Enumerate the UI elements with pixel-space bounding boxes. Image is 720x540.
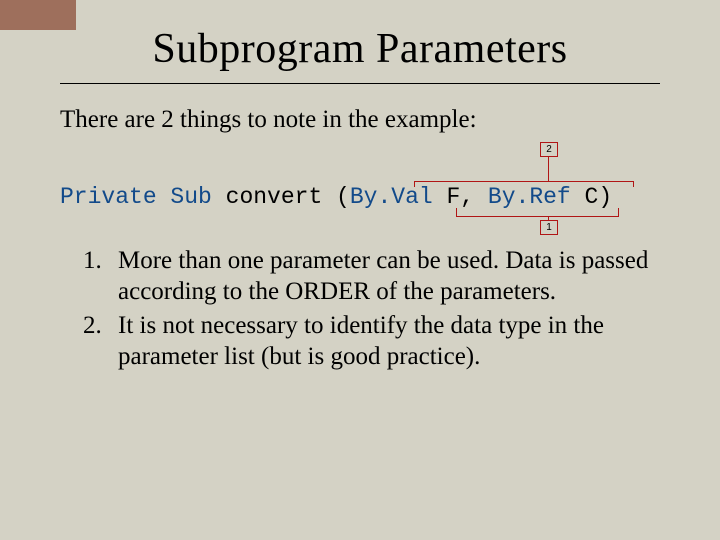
callout-box-1: 1 [540, 220, 558, 235]
list-item-text: More than one parameter can be used. Dat… [118, 247, 648, 305]
list-item: More than one parameter can be used. Dat… [108, 246, 660, 307]
code-keyword: By.Ref [488, 184, 585, 210]
numbered-list: More than one parameter can be used. Dat… [60, 246, 660, 372]
intro-text: There are 2 things to note in the exampl… [60, 106, 660, 134]
connector-line [618, 208, 619, 216]
callout-label: 1 [546, 222, 552, 233]
callout-label: 2 [546, 144, 552, 155]
code-keyword: Private Sub [60, 184, 226, 210]
callout-box-2: 2 [540, 142, 558, 157]
connector-line [548, 157, 549, 181]
code-text: F, [447, 184, 488, 210]
code-text: C) [585, 184, 613, 210]
code-diagram: 2 Private Sub convert (By.Val F, By.Ref … [60, 142, 660, 242]
list-item: It is not necessary to identify the data… [108, 311, 660, 372]
title-rule [60, 83, 660, 84]
code-keyword: By.Val [350, 184, 447, 210]
connector-line [456, 216, 619, 217]
slide: Subprogram Parameters There are 2 things… [0, 0, 720, 540]
page-title: Subprogram Parameters [60, 25, 660, 73]
connector-line [633, 181, 634, 187]
connector-line [456, 208, 457, 216]
connector-line [414, 181, 634, 182]
code-text: convert ( [226, 184, 350, 210]
list-item-text: It is not necessary to identify the data… [118, 312, 604, 370]
code-line: Private Sub convert (By.Val F, By.Ref C) [60, 184, 612, 210]
